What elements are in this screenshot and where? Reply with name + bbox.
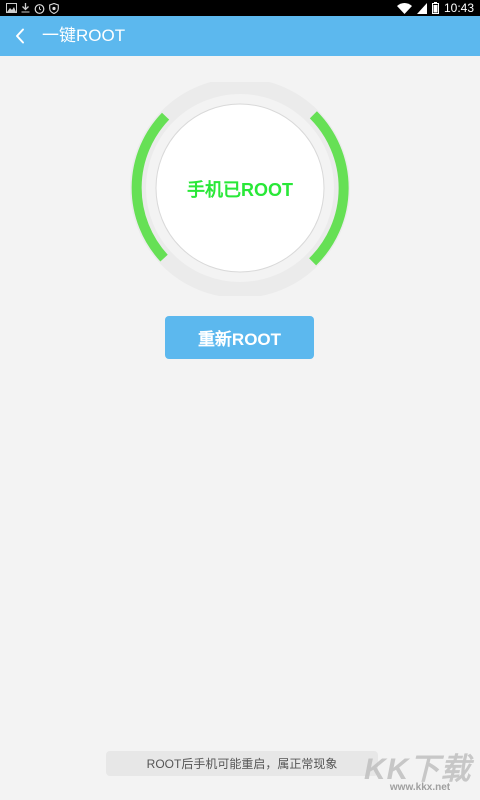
back-button[interactable] — [6, 20, 34, 52]
signal-icon — [416, 2, 427, 14]
watermark: KK下载 www.kkx.net — [364, 744, 476, 800]
reroot-button[interactable]: 重新ROOT — [165, 316, 314, 359]
status-time: 10:43 — [443, 1, 474, 15]
page-title: 一键ROOT — [42, 26, 126, 45]
watermark-logo: KK下载 — [364, 753, 472, 786]
status-left-icons — [6, 2, 59, 14]
download-icon — [21, 3, 30, 13]
gallery-icon — [6, 3, 17, 13]
alarm-icon — [34, 3, 45, 14]
root-status-text: 手机已ROOT — [187, 180, 293, 200]
shield-icon — [49, 2, 59, 14]
status-bar: 10:43 — [0, 0, 480, 16]
restart-notice: ROOT后手机可能重启，属正常现象 — [106, 751, 378, 776]
app-bar: 一键ROOT — [0, 16, 480, 56]
status-right-icons: 10:43 — [396, 0, 474, 16]
battery-icon — [431, 2, 439, 14]
wifi-icon — [396, 2, 412, 14]
root-status-indicator: 手机已ROOT — [124, 82, 356, 296]
chevron-left-icon — [16, 28, 24, 44]
watermark-url: www.kkx.net — [389, 782, 451, 793]
